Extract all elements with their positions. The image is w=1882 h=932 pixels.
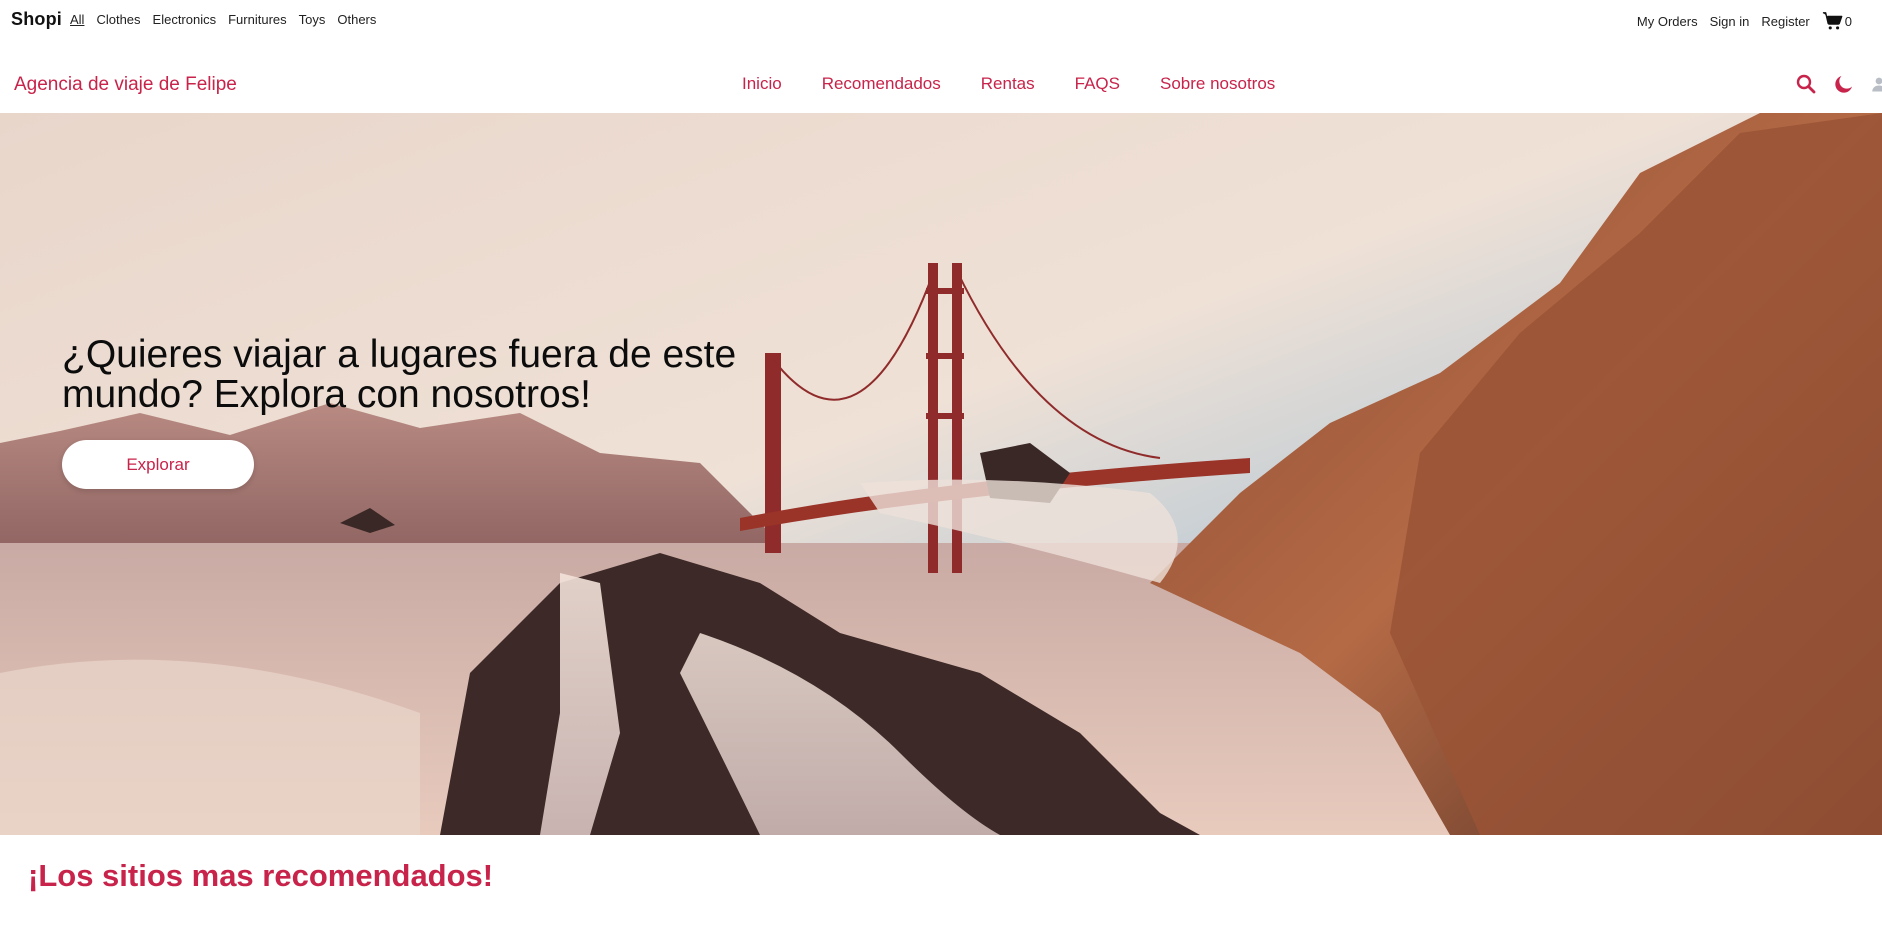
nav-item-inicio[interactable]: Inicio (742, 74, 782, 94)
category-electronics[interactable]: Electronics (153, 12, 217, 27)
my-orders-link[interactable]: My Orders (1637, 14, 1698, 29)
nav-item-sobre-nosotros[interactable]: Sobre nosotros (1160, 74, 1275, 94)
account-nav: My Orders Sign in Register 0 (1637, 10, 1852, 32)
explore-button[interactable]: Explorar (62, 440, 254, 489)
user-icon[interactable] (1870, 72, 1882, 96)
category-all[interactable]: All (70, 12, 84, 27)
nav-icon-group (1794, 72, 1882, 96)
cart-count: 0 (1844, 13, 1852, 29)
shop-topbar: Shopi All Clothes Electronics Furnitures… (0, 0, 1882, 40)
category-furnitures[interactable]: Furnitures (228, 12, 287, 27)
cart-icon (1822, 12, 1843, 30)
search-icon[interactable] (1794, 72, 1818, 96)
category-clothes[interactable]: Clothes (96, 12, 140, 27)
hero-background-image (0, 113, 1882, 835)
main-menu: Inicio Recomendados Rentas FAQS Sobre no… (742, 74, 1275, 94)
category-others[interactable]: Others (337, 12, 376, 27)
nav-item-recomendados[interactable]: Recomendados (822, 74, 941, 94)
sign-in-link[interactable]: Sign in (1710, 14, 1750, 29)
agency-logo-text[interactable]: Agencia de viaje de Felipe (14, 74, 237, 96)
shop-brand[interactable]: Shopi (11, 9, 62, 30)
register-link[interactable]: Register (1761, 14, 1809, 29)
hero-banner: ¿Quieres viajar a lugares fuera de este … (0, 113, 1882, 835)
cart-button[interactable]: 0 (1822, 10, 1852, 32)
agency-navbar: Agencia de viaje de Felipe Inicio Recome… (0, 60, 1882, 112)
nav-item-rentas[interactable]: Rentas (981, 74, 1035, 94)
category-nav: All Clothes Electronics Furnitures Toys … (70, 12, 376, 27)
nav-item-faqs[interactable]: FAQS (1075, 74, 1120, 94)
moon-icon[interactable] (1832, 72, 1856, 96)
recommended-section-title: ¡Los sitios mas recomendados! (28, 858, 494, 893)
hero-title: ¿Quieres viajar a lugares fuera de este … (62, 333, 737, 416)
category-toys[interactable]: Toys (299, 12, 326, 27)
